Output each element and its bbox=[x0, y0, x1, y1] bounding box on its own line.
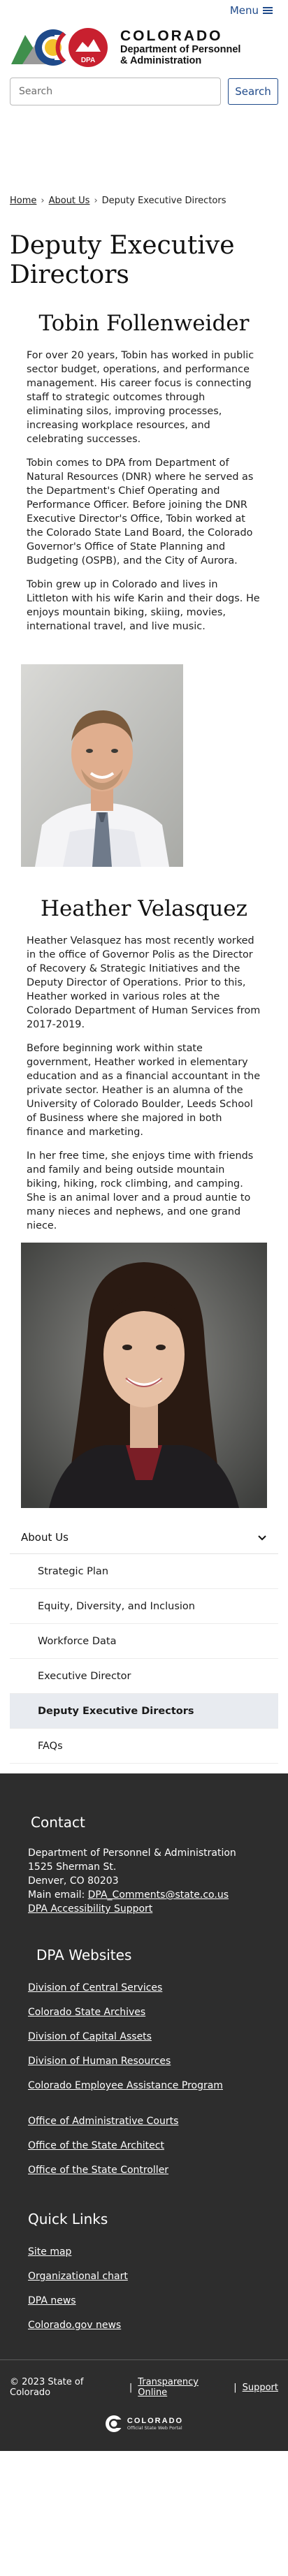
email-line: Main email: DPA_Comments@state.co.us bbox=[28, 1888, 288, 1902]
section-nav-item-strategic-plan[interactable]: Strategic Plan bbox=[10, 1554, 278, 1589]
site-footer: Contact Department of Personnel & Admini… bbox=[0, 1773, 288, 2451]
section-nav-item-executive-director[interactable]: Executive Director bbox=[10, 1659, 278, 1694]
footer-link[interactable]: DPA news bbox=[28, 2295, 288, 2307]
chevron-down-icon bbox=[258, 1535, 266, 1540]
email-link[interactable]: DPA_Comments@state.co.us bbox=[88, 1889, 229, 1901]
portal-logo-text: COLORADO Official State Web Portal bbox=[127, 2417, 183, 2431]
divider: | bbox=[129, 2382, 133, 2393]
footer-link[interactable]: Colorado State Archives bbox=[28, 2006, 288, 2019]
section-nav-heading: About Us bbox=[21, 1530, 69, 1544]
bio-paragraph: Before beginning work within state gover… bbox=[27, 1043, 261, 1138]
accessibility-link[interactable]: DPA Accessibility Support bbox=[28, 1903, 152, 1915]
bio-paragraph: Tobin grew up in Colorado and lives in L… bbox=[27, 579, 260, 632]
footer-link[interactable]: Office of the State Controller bbox=[28, 2164, 288, 2176]
menu-label: Menu bbox=[229, 4, 259, 17]
email-prefix: Main email: bbox=[28, 1889, 88, 1901]
copyright: © 2023 State of Colorado bbox=[10, 2377, 84, 2398]
footer-link[interactable]: Colorado.gov news bbox=[28, 2319, 288, 2332]
section-nav-toggle[interactable]: About Us bbox=[10, 1521, 278, 1554]
tobin-headshot-photo bbox=[21, 664, 183, 867]
dpa-logo-icon: DPA bbox=[11, 28, 108, 67]
address-line: Department of Personnel & Administration bbox=[28, 1847, 236, 1859]
bio-paragraph: Heather Velasquez has most recently work… bbox=[27, 935, 261, 1030]
divider: | bbox=[233, 2382, 237, 2393]
search-bar: Search bbox=[0, 74, 288, 108]
footer-websites: DPA Websites Division of Central Service… bbox=[0, 1916, 288, 2176]
breadcrumb-about-link[interactable]: About Us bbox=[49, 196, 90, 206]
footer-link[interactable]: Division of Capital Assets bbox=[28, 2030, 288, 2043]
footer-websites-heading: DPA Websites bbox=[36, 1947, 132, 1963]
breadcrumb-separator: › bbox=[94, 196, 98, 206]
portal-logo-sub: Official State Web Portal bbox=[127, 2425, 182, 2431]
footer-quick-list: Site map Organizational chart DPA news C… bbox=[28, 2246, 288, 2332]
person-bio: Heather Velasquez has most recently work… bbox=[0, 934, 288, 1233]
person-name: Heather Velasquez bbox=[41, 896, 247, 921]
section-nav-item-workforce-data[interactable]: Workforce Data bbox=[10, 1624, 278, 1659]
main-content: Deputy Executive Directors Tobin Follenw… bbox=[0, 231, 288, 1508]
footer-contact-heading: Contact bbox=[31, 1814, 85, 1831]
colorado-portal-logo[interactable]: COLORADO Official State Web Portal bbox=[0, 2398, 288, 2451]
section-nav: About Us Strategic Plan Equity, Diversit… bbox=[10, 1521, 278, 1764]
footer-link[interactable]: Colorado Employee Assistance Program bbox=[28, 2079, 288, 2092]
person-bio: For over 20 years, Tobin has worked in p… bbox=[0, 349, 288, 634]
site-header: Menu DPA COLORADO Department of Personne… bbox=[0, 0, 288, 108]
page-title: Deputy Executive Directors bbox=[10, 231, 235, 289]
link-group-spacer bbox=[28, 2104, 288, 2115]
footer-link[interactable]: Site map bbox=[28, 2246, 288, 2258]
footer-link[interactable]: Office of Administrative Courts bbox=[28, 2115, 288, 2128]
person-heather: Heather Velasquez Heather Velasquez has … bbox=[0, 896, 288, 1508]
footer-link[interactable]: Division of Central Services bbox=[28, 1982, 288, 1994]
person-tobin: Tobin Follenweider For over 20 years, To… bbox=[0, 311, 288, 867]
bio-paragraph: Tobin comes to DPA from Department of Na… bbox=[27, 458, 254, 566]
portal-logo-state: COLORADO bbox=[127, 2417, 184, 2425]
brand-dept-line1: Department of Personnel bbox=[120, 44, 241, 55]
top-bar: Menu bbox=[0, 0, 288, 21]
address-line: Denver, CO 80203 bbox=[28, 1875, 119, 1887]
footer-link[interactable]: Office of the State Architect bbox=[28, 2139, 288, 2152]
brand-dept-line2: & Administration bbox=[120, 55, 202, 66]
search-input[interactable] bbox=[10, 78, 221, 105]
breadcrumb-home-link[interactable]: Home bbox=[10, 196, 36, 206]
bio-paragraph: In her free time, she enjoys time with f… bbox=[27, 1150, 254, 1231]
section-nav-item-deputy-executive-directors[interactable]: Deputy Executive Directors bbox=[10, 1694, 278, 1729]
footer-address: Department of Personnel & Administration… bbox=[28, 1846, 288, 1916]
bio-paragraph: For over 20 years, Tobin has worked in p… bbox=[27, 350, 254, 445]
breadcrumb-separator: › bbox=[41, 196, 45, 206]
support-link[interactable]: Support bbox=[243, 2383, 278, 2393]
person-name: Tobin Follenweider bbox=[38, 311, 250, 336]
breadcrumb-current: Deputy Executive Directors bbox=[101, 196, 226, 206]
logo-badge-text: DPA bbox=[81, 57, 95, 64]
site-brand[interactable]: DPA COLORADO Department of Personnel & A… bbox=[0, 21, 288, 74]
section-nav-item-edi[interactable]: Equity, Diversity, and Inclusion bbox=[10, 1589, 278, 1624]
footer-quick-heading: Quick Links bbox=[28, 2211, 108, 2227]
address-line: 1525 Sherman St. bbox=[28, 1861, 117, 1873]
heather-headshot-photo bbox=[21, 1243, 267, 1508]
transparency-link[interactable]: Transparency Online bbox=[138, 2377, 228, 2398]
hamburger-icon bbox=[263, 6, 273, 15]
footer-bottom-bar: © 2023 State of Colorado | Transparency … bbox=[0, 2359, 288, 2398]
colorado-c-icon bbox=[105, 2415, 123, 2432]
footer-websites-links: Division of Central Services Colorado St… bbox=[0, 1982, 288, 2176]
footer-link[interactable]: Division of Human Resources bbox=[28, 2055, 288, 2068]
search-button[interactable]: Search bbox=[228, 78, 278, 105]
brand-text: COLORADO Department of Personnel & Admin… bbox=[120, 28, 241, 67]
menu-button[interactable]: Menu bbox=[230, 4, 273, 17]
breadcrumb: Home › About Us › Deputy Executive Direc… bbox=[0, 196, 288, 206]
footer-quick-links: Quick Links Site map Organizational char… bbox=[0, 2188, 288, 2332]
brand-state: COLORADO bbox=[120, 28, 223, 44]
section-nav-item-faqs[interactable]: FAQs bbox=[10, 1729, 278, 1764]
footer-link[interactable]: Organizational chart bbox=[28, 2270, 288, 2283]
footer-contact: Contact Department of Personnel & Admini… bbox=[0, 1773, 288, 1916]
